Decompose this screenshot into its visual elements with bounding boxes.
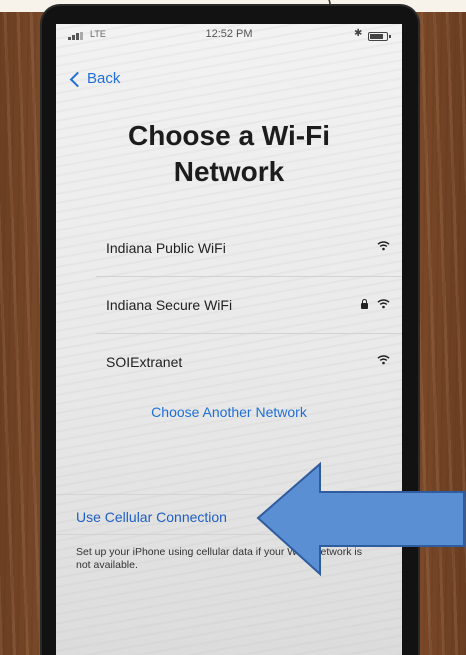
status-bar: LTE 12:52 PM ✱ bbox=[56, 24, 402, 46]
back-button[interactable]: Back bbox=[69, 70, 121, 87]
battery-icon bbox=[368, 32, 391, 41]
page-title-line-1: Choose a Wi-Fi bbox=[128, 120, 330, 151]
chevron-left-icon bbox=[69, 71, 86, 87]
page-title: Choose a Wi-Fi Network bbox=[56, 118, 402, 190]
choose-another-network-link[interactable]: Choose Another Network bbox=[56, 404, 402, 420]
network-list: Indiana Public WiFi Indiana Secure WiFi bbox=[96, 220, 402, 390]
pointer-arrow bbox=[256, 461, 465, 577]
wifi-icon bbox=[377, 240, 390, 251]
lock-icon bbox=[361, 299, 368, 309]
bluetooth-icon: ✱ bbox=[354, 28, 363, 39]
network-name: Indiana Public WiFi bbox=[106, 240, 226, 256]
status-time: 12:52 PM bbox=[205, 28, 253, 40]
back-label: Back bbox=[87, 70, 121, 87]
network-row-soiextranet[interactable]: SOIExtranet bbox=[96, 333, 402, 390]
network-row-indiana-secure-wifi[interactable]: Indiana Secure WiFi bbox=[96, 276, 402, 333]
wifi-icon bbox=[377, 298, 390, 309]
wifi-icon bbox=[377, 354, 390, 365]
network-row-indiana-public-wifi[interactable]: Indiana Public WiFi bbox=[96, 220, 402, 276]
page-title-line-2: Network bbox=[173, 156, 285, 187]
network-name: SOIExtranet bbox=[106, 354, 183, 370]
network-name: Indiana Secure WiFi bbox=[106, 297, 233, 313]
use-cellular-connection-link[interactable]: Use Cellular Connection bbox=[76, 509, 227, 525]
